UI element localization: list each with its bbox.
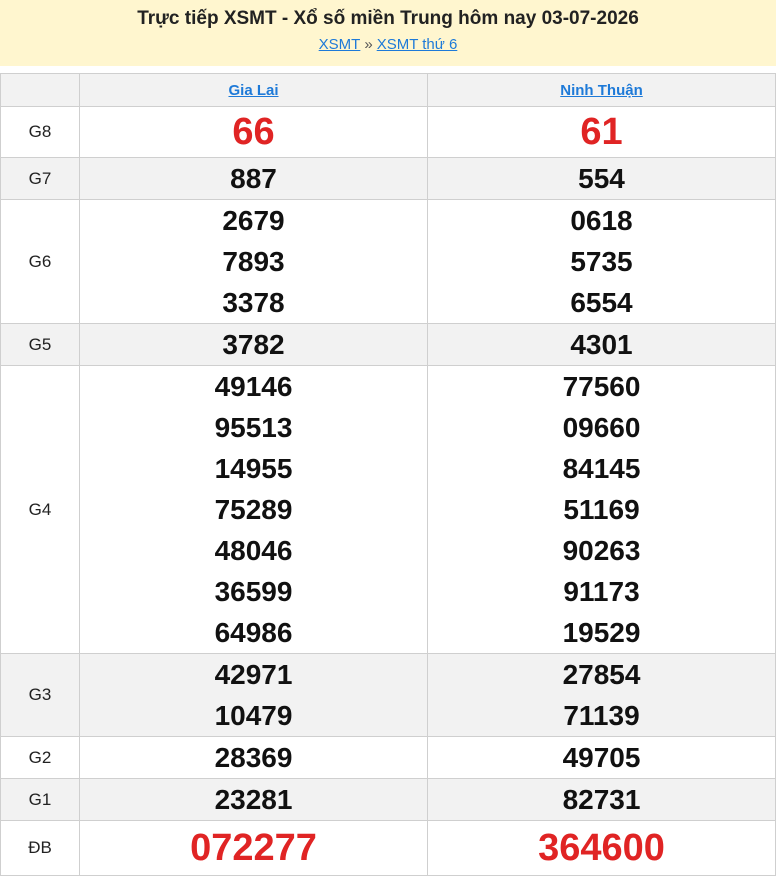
prize-number: 36599 [214,576,293,607]
prize-number: 3378 [222,287,285,318]
page-title: Trực tiếp XSMT - Xổ số miền Trung hôm na… [137,8,639,29]
prize-number: 887 [230,163,277,194]
prize-label: G4 [0,365,80,654]
province-header-ninh-thuan: Ninh Thuận [427,73,776,107]
prize-number: 19529 [562,617,641,648]
prize-number: 4301 [570,329,633,360]
prize-number: 90263 [562,535,641,566]
prize-number: 5735 [570,246,633,277]
result-cell-ninh-thuan: 49705 [427,736,776,779]
result-cell-ninh-thuan: 0618 5735 6554 [427,199,776,324]
prize-number: 91173 [563,576,640,607]
result-cell-ninh-thuan: 82731 [427,778,776,821]
prize-number: 6554 [570,287,633,318]
prize-label: G1 [0,778,80,821]
province-header-row: Gia Lai Ninh Thuận [0,73,776,107]
prize-number: 7893 [222,246,285,277]
breadcrumb-day-link[interactable]: XSMT thứ 6 [377,36,458,53]
prize-row-g6: G6 2679 7893 3378 0618 5735 6554 [0,199,776,324]
prize-label: G2 [0,736,80,779]
prize-number: 49146 [214,371,293,402]
prize-number: 64986 [214,617,293,648]
result-cell-ninh-thuan: 364600 [427,820,776,876]
special-prize-number: 364600 [538,827,665,869]
prize-row-g3: G3 42971 10479 27854 71139 [0,653,776,737]
result-cell-ninh-thuan: 4301 [427,323,776,366]
result-cell-gia-lai: 42971 10479 [79,653,428,737]
result-cell-gia-lai: 28369 [79,736,428,779]
result-cell-ninh-thuan: 77560 09660 84145 51169 90263 91173 19529 [427,365,776,654]
prize-label: G5 [0,323,80,366]
prize-row-g2: G2 28369 49705 [0,736,776,779]
special-prize-number: 072277 [190,827,317,869]
province-header-gia-lai: Gia Lai [79,73,428,107]
prize-number: 42971 [214,659,293,690]
prize-number: 554 [578,163,625,194]
prize-number: 3782 [222,329,285,360]
prize-number: 09660 [562,412,641,443]
result-cell-gia-lai: 887 [79,157,428,200]
prize-label: G7 [0,157,80,200]
prize-number: 28369 [214,742,293,773]
result-cell-ninh-thuan: 27854 71139 [427,653,776,737]
page-header: Trực tiếp XSMT - Xổ số miền Trung hôm na… [0,0,776,66]
prize-number: 23281 [214,784,293,815]
province-link-ninh-thuan[interactable]: Ninh Thuận [560,82,643,99]
result-cell-ninh-thuan: 554 [427,157,776,200]
prize-number: 0618 [570,205,633,236]
prize-number: 51169 [563,494,640,525]
corner-cell [0,73,80,107]
prize-label: ĐB [0,820,80,876]
prize-row-g8: G8 66 61 [0,106,776,158]
prize-number: 82731 [562,784,641,815]
prize-number: 27854 [562,659,641,690]
prize-number: 2679 [222,205,285,236]
result-cell-gia-lai: 66 [79,106,428,158]
prize-label: G8 [0,106,80,158]
prize-row-g4: G4 49146 95513 14955 75289 48046 36599 64986 775… [0,365,776,654]
prize-number: 49705 [562,742,641,773]
prize-number: 71139 [563,700,640,731]
prize-number: 14955 [214,453,293,484]
prize-number: 10479 [214,700,293,731]
result-cell-gia-lai: 49146 95513 14955 75289 48046 36599 64986 [79,365,428,654]
result-cell-gia-lai: 3782 [79,323,428,366]
prize-number: 66 [232,111,275,153]
prize-number: 48046 [214,535,293,566]
prize-row-đb: ĐB 072277 364600 [0,820,776,876]
prize-row-g7: G7 887 554 [0,157,776,200]
breadcrumb-xsmt-link[interactable]: XSMT [319,36,361,53]
prize-number: 77560 [562,371,641,402]
prize-number: 61 [580,111,623,153]
prize-number: 75289 [214,494,293,525]
results-table: Gia Lai Ninh Thuận G8 66 61 G7 887 554 G6 2679 7… [0,73,776,876]
province-link-gia-lai[interactable]: Gia Lai [228,82,278,99]
breadcrumb: XSMT» XSMT thứ 6 [0,34,776,56]
prize-row-g1: G1 23281 82731 [0,778,776,821]
prize-row-g5: G5 3782 4301 [0,323,776,366]
breadcrumb-separator: » [364,36,373,53]
prize-table-body: G8 66 61 G7 887 554 G6 2679 7893 3378 0618 5735 6554… [0,106,776,876]
prize-label: G3 [0,653,80,737]
result-cell-ninh-thuan: 61 [427,106,776,158]
prize-label: G6 [0,199,80,324]
prize-number: 95513 [214,412,293,443]
result-cell-gia-lai: 072277 [79,820,428,876]
result-cell-gia-lai: 2679 7893 3378 [79,199,428,324]
prize-number: 84145 [562,453,641,484]
result-cell-gia-lai: 23281 [79,778,428,821]
